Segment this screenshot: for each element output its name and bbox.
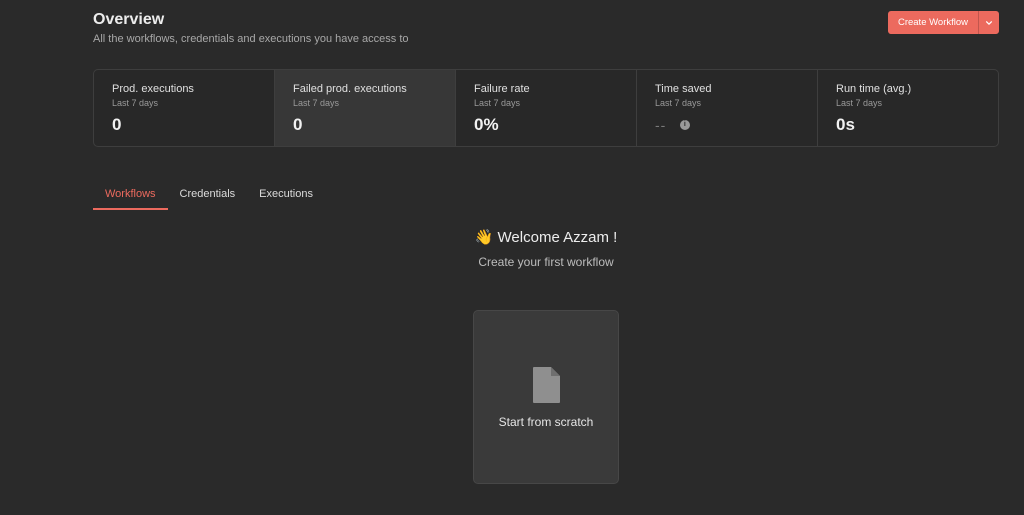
stat-value-text: 0% [474, 115, 499, 134]
start-from-scratch-label: Start from scratch [498, 415, 594, 429]
stat-value-text: 0s [836, 115, 855, 134]
welcome-subtitle: Create your first workflow [478, 255, 614, 269]
file-icon [533, 367, 560, 403]
stats-panel: Prod. executions Last 7 days 0 Failed pr… [93, 69, 999, 147]
stat-run-time[interactable]: Run time (avg.) Last 7 days 0s [818, 70, 998, 146]
tab-credentials[interactable]: Credentials [168, 182, 248, 210]
chevron-down-icon [985, 20, 993, 25]
stat-value: -- i [655, 115, 817, 135]
start-from-scratch-card[interactable]: Start from scratch [473, 310, 619, 484]
welcome-title: 👋 Welcome Azzam ! [0, 228, 1024, 248]
tab-executions[interactable]: Executions [247, 182, 325, 210]
stat-value: 0 [112, 115, 274, 135]
stat-label: Failure rate [474, 83, 530, 95]
stat-value: 0 [293, 115, 455, 135]
stat-failure-rate[interactable]: Failure rate Last 7 days 0% [456, 70, 637, 146]
wave-icon: 👋 [474, 229, 494, 246]
stat-time-saved[interactable]: Time saved Last 7 days -- i [637, 70, 818, 146]
stat-period: Last 7 days [836, 98, 883, 108]
create-workflow-dropdown-button[interactable] [978, 11, 999, 34]
overview-tabs: Workflows Credentials Executions [93, 182, 325, 210]
stat-period: Last 7 days [112, 98, 159, 108]
overview-header: Overview All the workflows, credentials … [93, 10, 409, 46]
create-workflow-button-group: Create Workflow [888, 11, 999, 34]
stat-value-text: 0 [112, 115, 122, 134]
stat-label: Prod. executions [112, 83, 194, 95]
stat-prod-executions[interactable]: Prod. executions Last 7 days 0 [94, 70, 275, 146]
info-icon[interactable]: i [680, 120, 691, 130]
stat-value: 0% [474, 115, 636, 135]
welcome-section: 👋 Welcome Azzam ! Create your first work… [0, 228, 1024, 269]
stat-label: Failed prod. executions [293, 83, 407, 95]
stat-value: 0s [836, 115, 998, 135]
stat-label: Time saved [655, 83, 712, 95]
stat-period: Last 7 days [474, 98, 521, 108]
stat-period: Last 7 days [655, 98, 702, 108]
overview-page: Overview All the workflows, credentials … [0, 0, 1024, 515]
page-subtitle: All the workflows, credentials and execu… [93, 33, 409, 45]
stat-failed-prod-executions[interactable]: Failed prod. executions Last 7 days 0 [275, 70, 456, 146]
page-title: Overview [93, 11, 165, 28]
stat-period: Last 7 days [293, 98, 340, 108]
create-workflow-button[interactable]: Create Workflow [888, 11, 978, 34]
welcome-text: Welcome Azzam ! [497, 229, 618, 246]
tab-workflows[interactable]: Workflows [93, 182, 168, 210]
stat-value-text: -- [655, 117, 667, 133]
stat-label: Run time (avg.) [836, 83, 912, 95]
stat-value-text: 0 [293, 115, 303, 134]
